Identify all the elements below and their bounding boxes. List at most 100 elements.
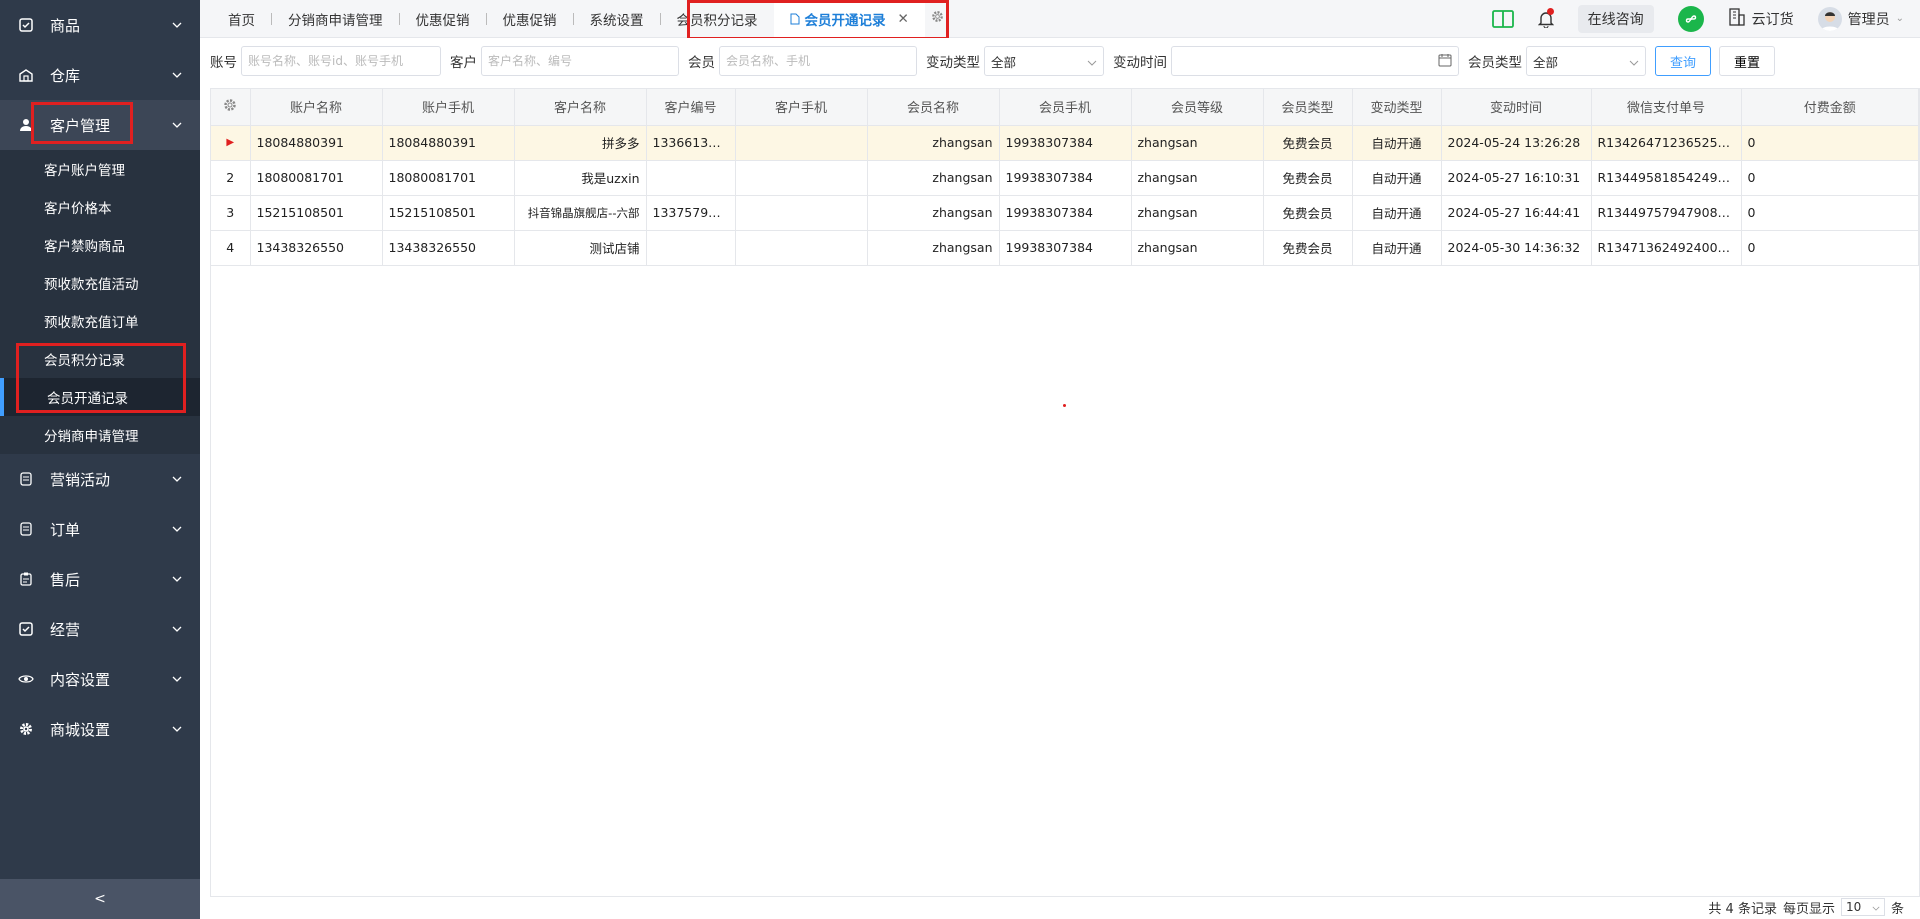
cell-member-name: zhangsan (867, 125, 1000, 161)
sidebar-collapse-button[interactable]: < (0, 879, 200, 919)
close-icon[interactable]: ✕ (898, 11, 909, 27)
menu-item-operations[interactable]: 经营 (0, 604, 200, 654)
menu-item-goods[interactable]: 商品 (0, 0, 200, 50)
chevron-down-icon (170, 472, 184, 486)
book-icon[interactable] (1491, 9, 1514, 28)
menu-item-marketing[interactable]: 营销活动 (0, 454, 200, 504)
sidebar-item-member-points[interactable]: 会员积分记录 (0, 340, 200, 378)
menu-label: 商品 (50, 16, 81, 35)
list-icon (16, 522, 36, 536)
cell-account-phone: 13438326550 (382, 230, 515, 266)
change-type-select[interactable]: 全部 (984, 46, 1104, 76)
table-header-row: 账户名称 账户手机 客户名称 客户编号 客户手机 会员名称 会员手机 会员等级 … (211, 89, 1919, 126)
cell-customer-name: 我是uzxin (514, 160, 647, 196)
tab-home[interactable]: 首页 (212, 0, 271, 38)
sidebar-item-banned-goods[interactable]: 客户禁购商品 (0, 226, 200, 264)
change-type-label: 变动类型 (926, 55, 980, 71)
column-header: 变动类型 (1352, 89, 1442, 126)
chevron-down-icon (170, 622, 184, 636)
avatar (1817, 6, 1842, 31)
gear-icon (223, 99, 237, 116)
menu-item-content-settings[interactable]: 内容设置 (0, 654, 200, 704)
menu-label: 商城设置 (50, 720, 111, 739)
sidebar-item-price-book[interactable]: 客户价格本 (0, 188, 200, 226)
pagination-footer: 共 4 条记录 每页显示 10 条 (1708, 897, 1904, 917)
gear-icon (16, 722, 36, 736)
sidebar-item-prepaid-orders[interactable]: 预收款充值订单 (0, 302, 200, 340)
reset-button[interactable]: 重置 (1719, 46, 1776, 76)
checkbox-icon (16, 622, 36, 636)
sidebar: 商品 仓库 客户管理 客户账户管理 客户价格本 客户禁购商品 预收款充值活动 预… (0, 0, 200, 919)
cell-change-type: 自动开通 (1352, 195, 1442, 231)
column-header: 会员名称 (867, 89, 1000, 126)
cell-change-type: 自动开通 (1352, 125, 1442, 161)
cell-member-type: 免费会员 (1263, 230, 1353, 266)
menu-item-orders[interactable]: 订单 (0, 504, 200, 554)
cell-amount: 0 (1741, 125, 1919, 161)
account-search-input[interactable] (241, 46, 441, 76)
eye-icon (16, 674, 36, 684)
admin-name: 管理员 (1847, 11, 1890, 28)
online-consult-button[interactable]: 在线咨询 (1577, 4, 1654, 33)
table-row[interactable]: 2 18080081701 18080081701 我是uzxin zhangs… (211, 160, 1919, 196)
column-header: 会员等级 (1131, 89, 1264, 126)
chevron-down-icon (170, 68, 184, 82)
customer-search-input[interactable] (481, 46, 679, 76)
main-content: 账号 客户 会员 变动类型 全部 变动时间 会员类型 全部 查询 重置 账户名称… (200, 38, 1920, 919)
cell-change-time: 2024-05-27 16:10:31 (1441, 160, 1592, 196)
menu-item-warehouse[interactable]: 仓库 (0, 50, 200, 100)
total-records: 共 4 条记录 (1708, 901, 1777, 917)
cell-member-type: 免费会员 (1263, 125, 1353, 161)
submenu-customer: 客户账户管理 客户价格本 客户禁购商品 预收款充值活动 预收款充值订单 会员积分… (0, 150, 200, 454)
menu-item-customer-management[interactable]: 客户管理 (0, 100, 200, 150)
table-row[interactable]: 3 15215108501 15215108501 抖音锦晶旗舰店--六部 13… (211, 195, 1919, 231)
page-size-select[interactable]: 10 (1840, 898, 1885, 916)
table-row[interactable]: ▶ 18084880391 18084880391 拼多多 1336613114… (211, 125, 1919, 161)
query-button[interactable]: 查询 (1655, 46, 1712, 76)
tab-settings-gear[interactable] (925, 10, 950, 27)
tab-member-points[interactable]: 会员积分记录 (661, 0, 774, 38)
sidebar-item-customer-accounts[interactable]: 客户账户管理 (0, 150, 200, 188)
table-row[interactable]: 4 13438326550 13438326550 测试店铺 zhangsan … (211, 230, 1919, 266)
clipboard-icon (16, 572, 36, 586)
cell-account: 15215108501 (250, 195, 383, 231)
cell-customer-phone (735, 125, 868, 161)
tab-member-activation[interactable]: 会员开通记录 ✕ (773, 0, 925, 38)
column-header: 变动时间 (1441, 89, 1592, 126)
list-icon (16, 472, 36, 486)
cell-account: 13438326550 (250, 230, 383, 266)
user-menu[interactable]: 管理员 ⌄ (1817, 6, 1904, 31)
tab-promotion-2[interactable]: 优惠促销 (487, 0, 573, 38)
cell-member-phone: 19938307384 (999, 125, 1132, 161)
customer-label: 客户 (450, 55, 477, 71)
change-time-picker[interactable] (1171, 46, 1459, 76)
mini-program-icon[interactable] (1677, 5, 1704, 32)
sidebar-item-member-activation[interactable]: 会员开通记录 (0, 378, 200, 416)
column-settings-gear[interactable] (211, 89, 251, 126)
menu-label: 客户管理 (50, 116, 111, 135)
cell-wechat-order: R134495818542493775 (1591, 160, 1742, 196)
menu-item-after-sales[interactable]: 售后 (0, 554, 200, 604)
top-bar: 首页 分销商申请管理 优惠促销 优惠促销 系统设置 会员积分记录 会员开通记录 … (200, 0, 1920, 38)
member-type-select[interactable]: 全部 (1526, 46, 1646, 76)
column-header: 微信支付单号 (1591, 89, 1742, 126)
page-size-value: 10 (1845, 900, 1862, 914)
sidebar-item-distributor-apply[interactable]: 分销商申请管理 (0, 416, 200, 454)
yundinghuo-button[interactable]: 云订货 (1728, 7, 1794, 30)
tab-system-settings[interactable]: 系统设置 (574, 0, 660, 38)
menu-item-mall-settings[interactable]: 商城设置 (0, 704, 200, 754)
tab-bar: 首页 分销商申请管理 优惠促销 优惠促销 系统设置 会员积分记录 会员开通记录 … (200, 0, 950, 38)
cell-customer-code (646, 230, 736, 266)
sidebar-item-prepaid-activity[interactable]: 预收款充值活动 (0, 264, 200, 302)
menu-label: 订单 (50, 520, 81, 539)
cell-change-time: 2024-05-24 13:26:28 (1441, 125, 1592, 161)
cell-member-phone: 19938307384 (999, 195, 1132, 231)
bell-icon[interactable] (1537, 7, 1554, 28)
file-icon (790, 13, 800, 25)
member-search-input[interactable] (719, 46, 917, 76)
tab-promotion-1[interactable]: 优惠促销 (400, 0, 486, 38)
chevron-down-icon (1629, 54, 1639, 69)
tab-distributor-apply[interactable]: 分销商申请管理 (272, 0, 399, 38)
top-right-toolbar: 在线咨询 云订货 管理员 ⌄ (1491, 4, 1920, 33)
member-type-label: 会员类型 (1468, 55, 1522, 71)
